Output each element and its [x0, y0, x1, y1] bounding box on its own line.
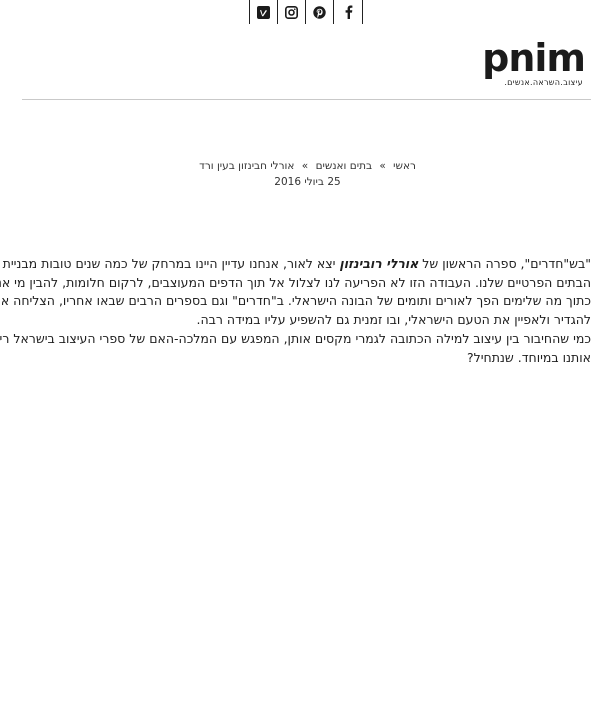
article-body: "בש"חדרים", ספרה הראשון של אורלי רובינזו… [0, 255, 591, 367]
logo-word: pnim [482, 36, 586, 80]
post-date: 25 ביולי 2016 [274, 176, 341, 188]
article-line: כמי שהחיבור בין עיצוב למילה הכתובה לגמרי… [0, 330, 591, 346]
vimeo-link[interactable] [249, 0, 277, 24]
article-line: "בש"חדרים", ספרה הראשון של אורלי רובינזו… [0, 255, 591, 274]
article-paragraph: "בש"חדרים", ספרה הראשון של אורלי רובינזו… [0, 255, 591, 367]
article-line: להגדיר ולאפיין את הטעם הישראלי, ובו זמני… [196, 312, 591, 328]
article-text: "בש"חדרים", ספרה הראשון של [418, 256, 591, 271]
instagram-link[interactable] [277, 0, 305, 24]
breadcrumb-separator: » [301, 160, 309, 172]
article-line: כתוך מה שלימים הפך לאורים ותומים של הבונ… [0, 293, 591, 309]
facebook-icon [344, 5, 353, 19]
social-links [249, 0, 363, 24]
article-line: הבתים הפרטיים שלנו. העבודה הזו לא הפריעה… [0, 274, 591, 290]
author-name: אורלי רובינזון [339, 256, 419, 271]
site-logo[interactable]: pnim עיצוב.השראה.אנשים. [479, 38, 589, 88]
article-line: אותנו במיוחד. שנתחיל? [467, 349, 591, 365]
pinterest-link[interactable] [305, 0, 333, 24]
page: pnim עיצוב.השראה.אנשים. ראשי » בתים ואנש… [0, 0, 591, 706]
breadcrumb-home[interactable]: ראשי [393, 160, 416, 172]
breadcrumb: ראשי » בתים ואנשים » אורלי חבינזון בעין … [150, 159, 465, 173]
pinterest-icon [313, 5, 326, 19]
vimeo-icon [257, 5, 270, 19]
breadcrumb-category[interactable]: בתים ואנשים [316, 160, 372, 172]
article-text: יצא לאור, אנחנו עדיין היינו במרחק של כמה… [2, 256, 340, 271]
instagram-icon [285, 5, 298, 19]
facebook-link[interactable] [333, 0, 363, 24]
breadcrumb-separator: » [379, 160, 386, 172]
header-divider [22, 99, 591, 100]
breadcrumb-current: אורלי חבינזון בעין ורד [199, 160, 295, 172]
